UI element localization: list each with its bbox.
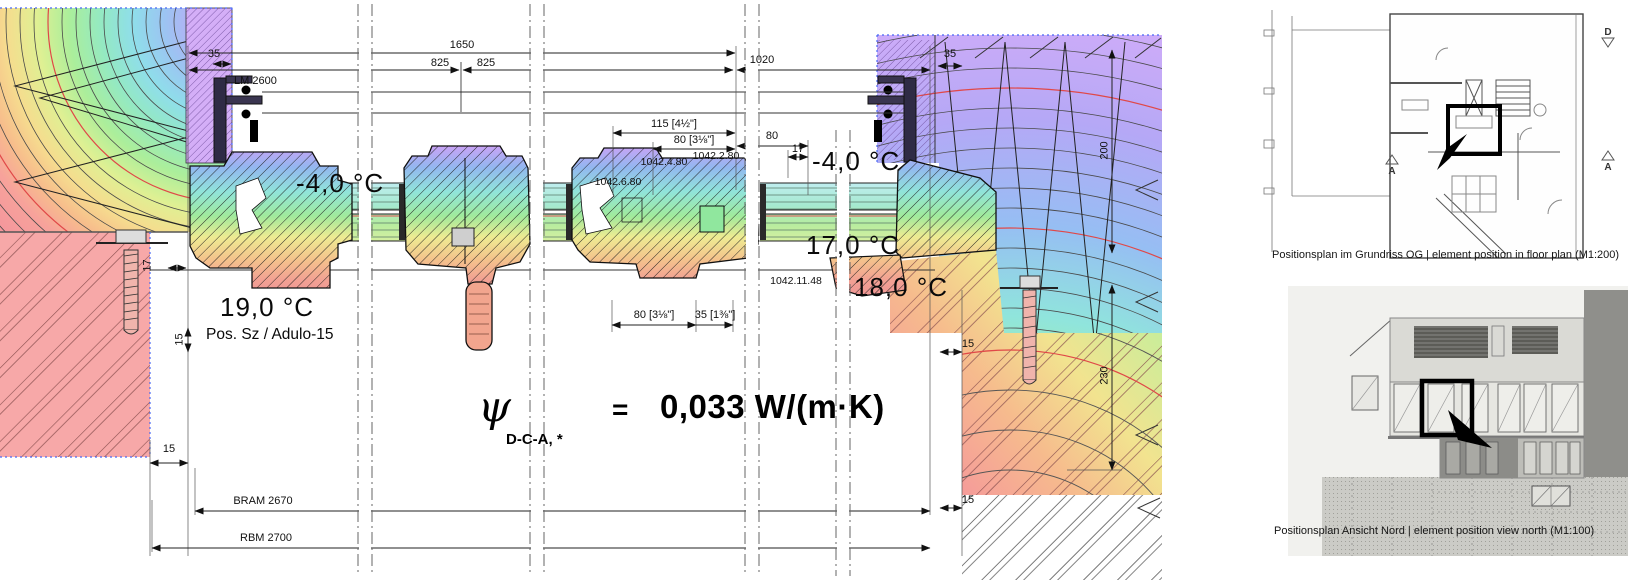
dim-frame-80-inch: 80 [3⅛"] bbox=[674, 135, 715, 146]
thermal-bridge-analysis-sheet: 1650 825 825 1020 35 35 LM 2600 115 [4½"… bbox=[0, 0, 1646, 580]
formula-subscript: D-C-A, * bbox=[506, 432, 563, 447]
facade-profile-left bbox=[214, 76, 262, 162]
formula-psi-symbol: ψ bbox=[478, 386, 511, 428]
dim-lm-width: LM 2600 bbox=[234, 76, 277, 87]
section-break-lines bbox=[358, 4, 850, 576]
temp-wall-interior-right: 18,0 °C bbox=[854, 274, 948, 300]
dim-right-15-bottom: 15 bbox=[962, 495, 974, 506]
dim-offset-left: 35 bbox=[208, 49, 220, 60]
temp-room-interior: 19,0 °C bbox=[220, 294, 314, 320]
dim-vert-15-left: 15 bbox=[175, 333, 186, 345]
temp-frame-interior: 17,0 °C bbox=[806, 232, 900, 258]
code-1042-11-48: 1042.11.48 bbox=[770, 276, 822, 287]
plan-marker-a-right: A bbox=[1604, 163, 1611, 173]
dim-total-width: 1650 bbox=[450, 40, 474, 51]
dim-right-width: 1020 bbox=[750, 55, 774, 66]
plan-marker-a-left: A bbox=[1388, 167, 1395, 177]
dim-sill-35: 35 [1⅜"] bbox=[695, 310, 736, 321]
code-1042-6-80: 1042.6.80 bbox=[595, 177, 642, 188]
elevation-caption: Positionsplan Ansicht Nord | element pos… bbox=[1274, 526, 1594, 537]
dim-gap-17: 17 bbox=[792, 144, 804, 155]
floor-plan-panel bbox=[1210, 0, 1646, 276]
dim-gap-80: 80 bbox=[766, 131, 778, 142]
code-1042-4-80: 1042.4.80 bbox=[641, 157, 688, 168]
dim-sill-80: 80 [3⅛"] bbox=[634, 310, 675, 321]
dim-frame-115: 115 [4½"] bbox=[651, 119, 697, 130]
position-label: Pos. Sz / Adulo-15 bbox=[206, 327, 334, 343]
temp-exterior-right: -4,0 °C bbox=[812, 148, 900, 174]
dim-vert-230: 230 bbox=[1100, 366, 1111, 384]
dim-half-right: 825 bbox=[477, 58, 495, 69]
formula-value: 0,033 W/(m·K) bbox=[660, 390, 885, 423]
dim-vert-200: 200 bbox=[1100, 141, 1111, 159]
code-1042-2-80: 1042.2.80 bbox=[693, 151, 740, 162]
dim-bram: BRAM 2670 bbox=[233, 496, 292, 507]
temp-exterior-left: -4,0 °C bbox=[296, 170, 384, 196]
dim-bottom-15-left: 15 bbox=[163, 444, 175, 455]
dim-offset-right: 35 bbox=[944, 49, 956, 60]
plan-marker-d: D bbox=[1604, 28, 1611, 38]
drain-tube bbox=[466, 282, 492, 350]
frame-mullion-1 bbox=[404, 146, 530, 350]
dim-vert-17: 17 bbox=[143, 259, 154, 271]
dim-rbm: RBM 2700 bbox=[240, 533, 292, 544]
dim-right-15-top: 15 bbox=[962, 339, 974, 350]
masonry-left bbox=[0, 230, 188, 457]
formula-equals: = bbox=[612, 396, 628, 424]
floor-plan-caption: Positionsplan im Grundriss OG | element … bbox=[1272, 250, 1619, 261]
drawing-canvas bbox=[0, 0, 1646, 580]
dim-half-left: 825 bbox=[431, 58, 449, 69]
